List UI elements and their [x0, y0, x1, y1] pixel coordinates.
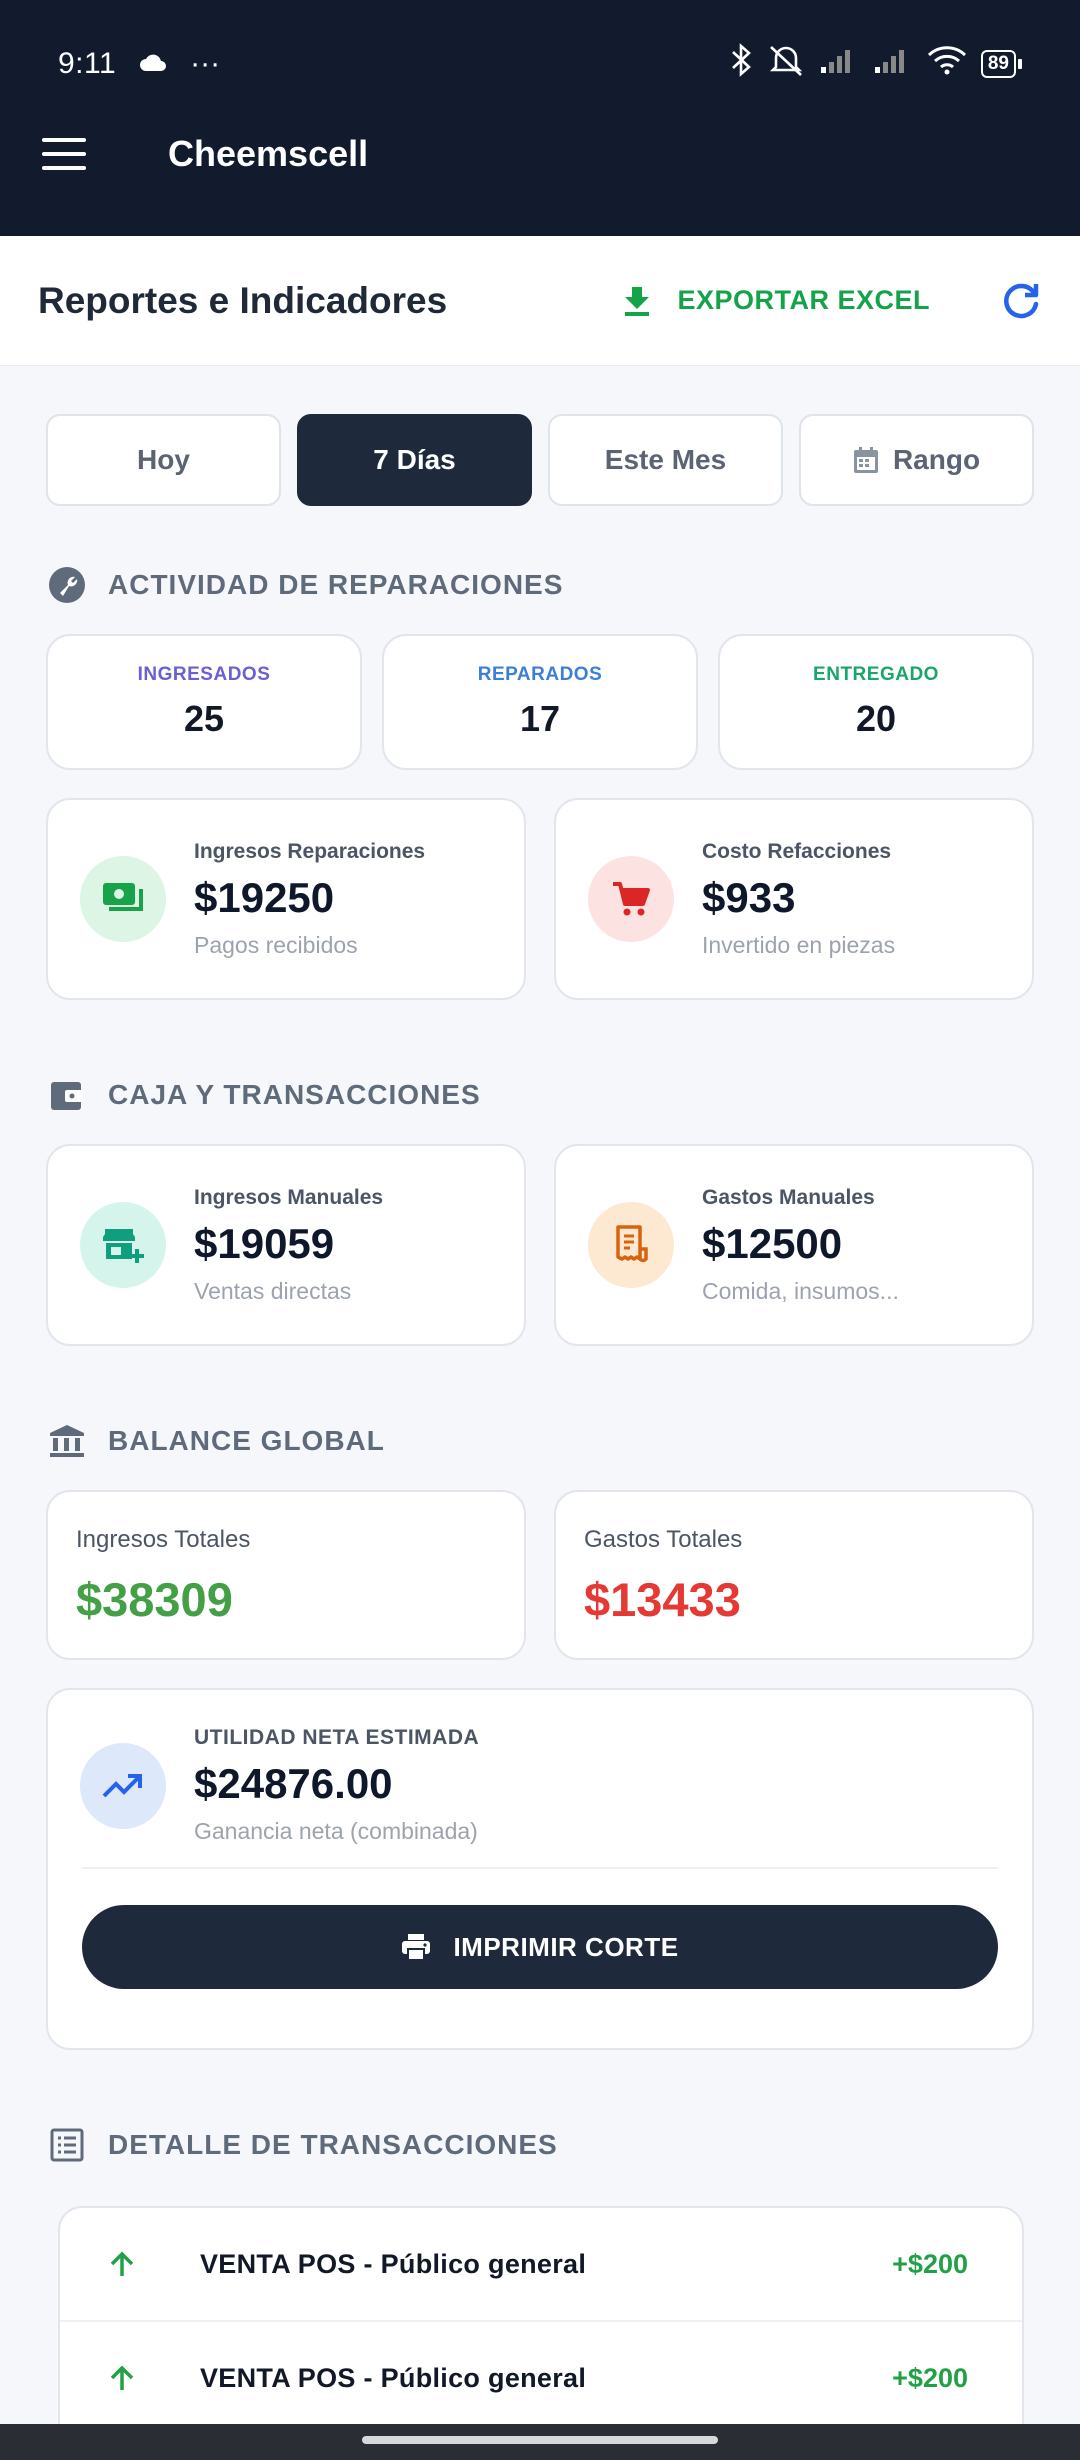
- transaction-description: VENTA POS - Público general: [200, 2362, 587, 2393]
- app-title: Cheemscell: [168, 133, 369, 174]
- battery-level: 89: [980, 50, 1016, 78]
- section-label: BALANCE GLOBAL: [108, 1425, 385, 1456]
- ingresados-value: 25: [183, 698, 225, 739]
- total-expense-label: Gastos Totales: [584, 1526, 743, 1553]
- net-profit-label: UTILIDAD NETA ESTIMADA: [194, 1726, 480, 1749]
- tab-label: Hoy: [137, 444, 190, 475]
- bank-icon: [48, 1422, 86, 1460]
- period-tabs: Hoy 7 Días Este Mes Rango: [46, 414, 1034, 506]
- tab-label: 7 Días: [373, 444, 456, 475]
- reparados-value: 17: [519, 698, 561, 739]
- ingresados-card: INGRESADOS 25: [46, 634, 362, 770]
- signal-icon: [819, 45, 859, 83]
- total-income-label: Ingresos Totales: [76, 1526, 251, 1553]
- home-indicator[interactable]: [362, 2436, 718, 2444]
- wallet-icon: [48, 1076, 86, 1114]
- export-excel-label: EXPORTAR EXCEL: [677, 285, 930, 315]
- total-income-value: $38309: [76, 1573, 233, 1626]
- tab-label: Este Mes: [604, 444, 727, 475]
- net-profit-card: UTILIDAD NETA ESTIMADA $24876.00 Gananci…: [46, 1688, 1034, 2050]
- repairs-section-title: ACTIVIDAD DE REPARACIONES: [48, 566, 563, 604]
- calendar-icon: [853, 446, 879, 474]
- manual-expense-value: $12500: [702, 1219, 843, 1267]
- status-time: 9:11: [58, 47, 117, 80]
- total-expense-card: Gastos Totales $13433: [554, 1490, 1034, 1660]
- print-cut-label: IMPRIMIR CORTE: [453, 1931, 679, 1962]
- cloud-icon: [138, 47, 168, 81]
- wifi-icon: [927, 45, 967, 83]
- menu-icon[interactable]: [42, 138, 86, 170]
- tab-7-dias[interactable]: 7 Días: [297, 414, 532, 506]
- transaction-row[interactable]: VENTA POS - Público general +$200: [60, 2208, 1022, 2322]
- reparados-card: REPARADOS 17: [382, 634, 698, 770]
- entregado-card: ENTREGADO 20: [718, 634, 1034, 770]
- transaction-amount: +$200: [892, 2248, 968, 2279]
- parts-cost-label: Costo Refacciones: [702, 839, 892, 863]
- list-icon: [48, 2126, 86, 2164]
- print-cut-button[interactable]: IMPRIMIR CORTE: [82, 1905, 998, 1989]
- section-label: ACTIVIDAD DE REPARACIONES: [108, 569, 564, 600]
- reparados-label: REPARADOS: [477, 664, 603, 685]
- transaction-row[interactable]: VENTA POS - Público general +$200: [60, 2322, 1022, 2436]
- tab-label: Rango: [892, 444, 981, 475]
- transaction-description: VENTA POS - Público general: [200, 2248, 587, 2279]
- receipt-icon: [588, 1202, 674, 1288]
- total-income-card: Ingresos Totales $38309: [46, 1490, 526, 1660]
- cart-icon: [588, 856, 674, 942]
- section-label: DETALLE DE TRANSACCIONES: [108, 2129, 558, 2160]
- transaction-amount: +$200: [892, 2362, 968, 2393]
- gesture-nav-bar: [0, 2424, 1080, 2460]
- page-header: Reportes e Indicadores EXPORTAR EXCEL: [0, 236, 1080, 366]
- entregado-value: 20: [855, 698, 897, 739]
- tab-rango[interactable]: Rango: [799, 414, 1034, 506]
- repair-income-sub: Pagos recibidos: [194, 931, 358, 958]
- bluetooth-icon: [729, 43, 753, 85]
- wrench-icon: [48, 566, 86, 604]
- trending-up-icon: [80, 1742, 166, 1829]
- net-profit-sub: Ganancia neta (combinada): [194, 1818, 478, 1844]
- parts-cost-value: $933: [702, 873, 796, 921]
- arrow-up-icon: [102, 2364, 142, 2392]
- ingresados-label: INGRESADOS: [137, 664, 271, 685]
- cash-icon: [80, 856, 166, 942]
- entregado-label: ENTREGADO: [813, 664, 939, 685]
- section-label: CAJA Y TRANSACCIONES: [108, 1079, 481, 1110]
- total-expense-value: $13433: [584, 1573, 741, 1626]
- parts-cost-sub: Invertido en piezas: [702, 931, 896, 958]
- printer-icon: [401, 1933, 431, 1961]
- manual-income-card: Ingresos Manuales $19059 Ventas directas: [46, 1144, 526, 1346]
- battery-icon: 89: [980, 50, 1022, 78]
- mute-icon: [767, 43, 805, 85]
- store-add-icon: [80, 1202, 166, 1288]
- manual-income-sub: Ventas directas: [194, 1277, 352, 1304]
- parts-cost-card: Costo Refacciones $933 Invertido en piez…: [554, 798, 1034, 1000]
- manual-expense-sub: Comida, insumos...: [702, 1277, 899, 1304]
- repair-income-label: Ingresos Reparaciones: [194, 839, 426, 863]
- app-bar: Cheemscell: [0, 100, 1080, 208]
- top-bar: 9:11 ··· 89 Cheemscell: [0, 0, 1080, 236]
- transactions-list: VENTA POS - Público general +$200 VENTA …: [58, 2206, 1024, 2460]
- tab-este-mes[interactable]: Este Mes: [548, 414, 783, 506]
- signal-icon: [873, 45, 913, 83]
- status-more: ···: [190, 47, 221, 80]
- divider: [82, 1867, 998, 1869]
- repair-income-value: $19250: [194, 873, 335, 921]
- balance-section-title: BALANCE GLOBAL: [48, 1422, 385, 1460]
- manual-expense-card: Gastos Manuales $12500 Comida, insumos..…: [554, 1144, 1034, 1346]
- tab-hoy[interactable]: Hoy: [46, 414, 281, 506]
- page-title: Reportes e Indicadores: [38, 279, 448, 321]
- manual-income-value: $19059: [194, 1219, 335, 1267]
- manual-income-label: Ingresos Manuales: [194, 1185, 384, 1209]
- manual-expense-label: Gastos Manuales: [702, 1185, 875, 1209]
- repair-income-card: Ingresos Reparaciones $19250 Pagos recib…: [46, 798, 526, 1000]
- download-icon: [623, 285, 651, 317]
- net-profit-value: $24876.00: [194, 1760, 393, 1807]
- arrow-up-icon: [102, 2250, 142, 2278]
- transactions-section-title: DETALLE DE TRANSACCIONES: [48, 2126, 558, 2164]
- cash-section-title: CAJA Y TRANSACCIONES: [48, 1076, 481, 1114]
- export-excel-button[interactable]: EXPORTAR EXCEL: [623, 285, 930, 317]
- refresh-icon[interactable]: [1000, 280, 1042, 322]
